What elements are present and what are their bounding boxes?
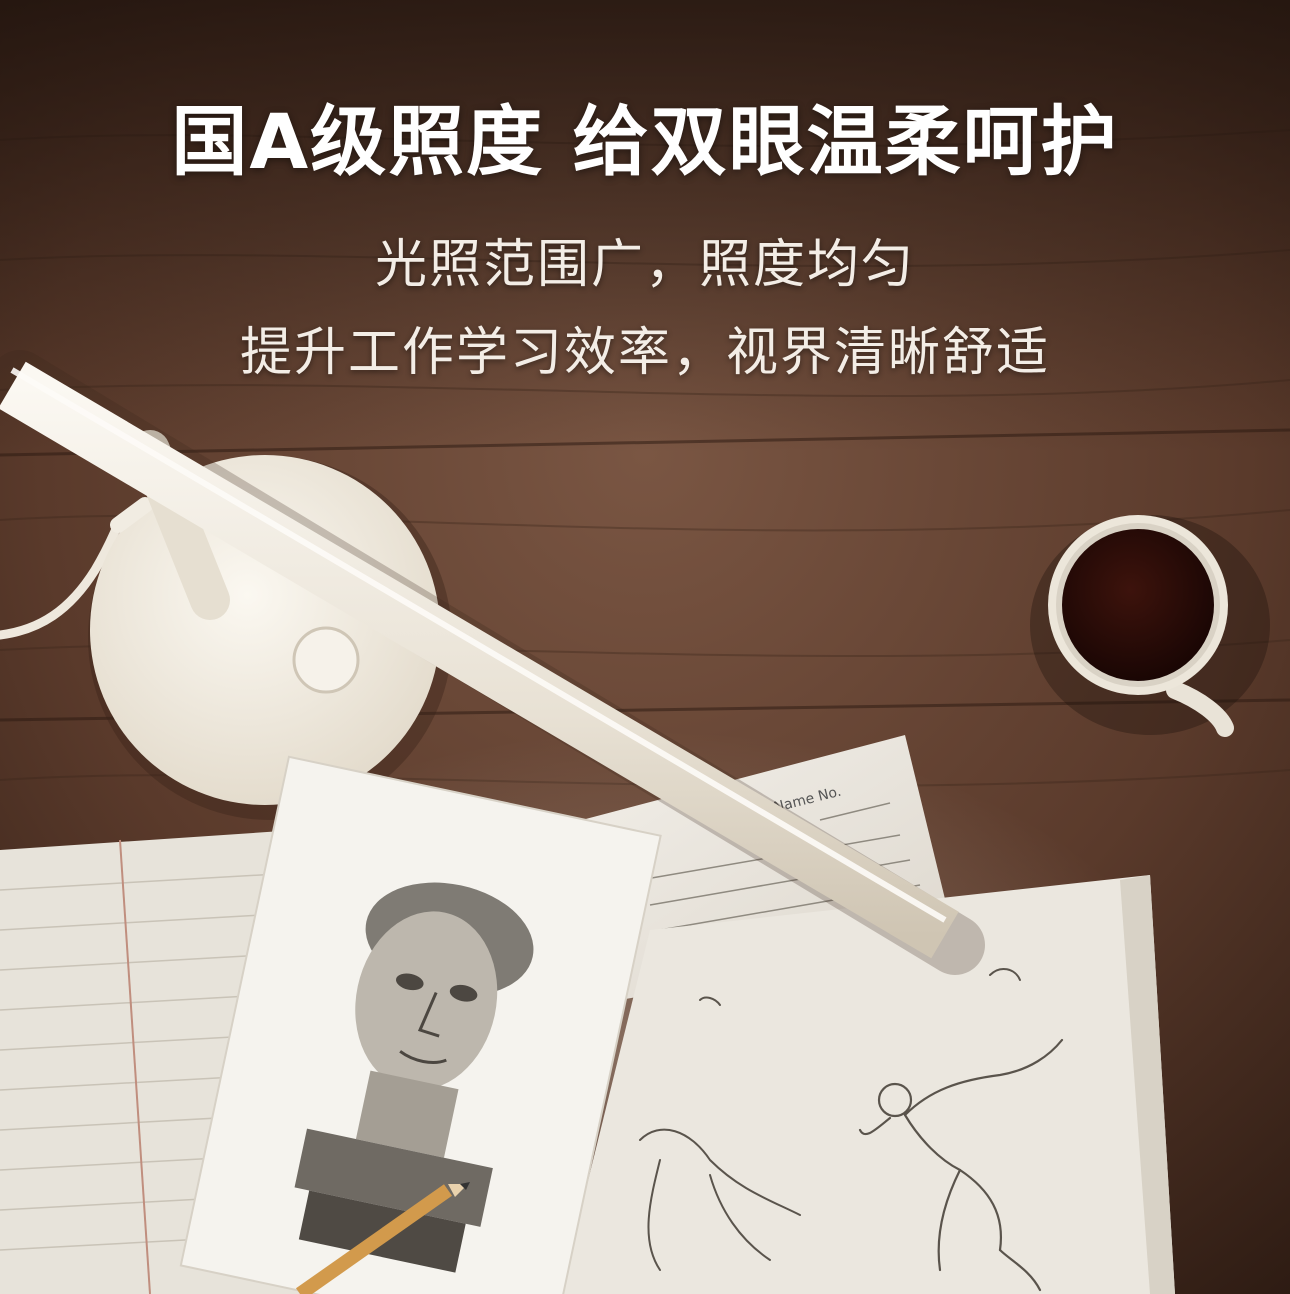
desk-scene-illustration: Name No.	[0, 0, 1290, 1294]
figure-sketch-sheet	[560, 875, 1175, 1294]
headline: 国A级照度 给双眼温柔呵护	[171, 97, 1119, 186]
lamp-power-knob	[292, 626, 360, 694]
coffee-cup	[1030, 515, 1270, 737]
subline-coverage: 光照范围广，照度均匀	[374, 235, 915, 295]
product-poster: Name No. 国A级照度 给双眼温柔呵护 光照范围广，照度均匀 提升工作学习…	[0, 0, 1290, 1294]
subline-efficiency: 提升工作学习效率，视界清晰舒适	[239, 323, 1050, 383]
